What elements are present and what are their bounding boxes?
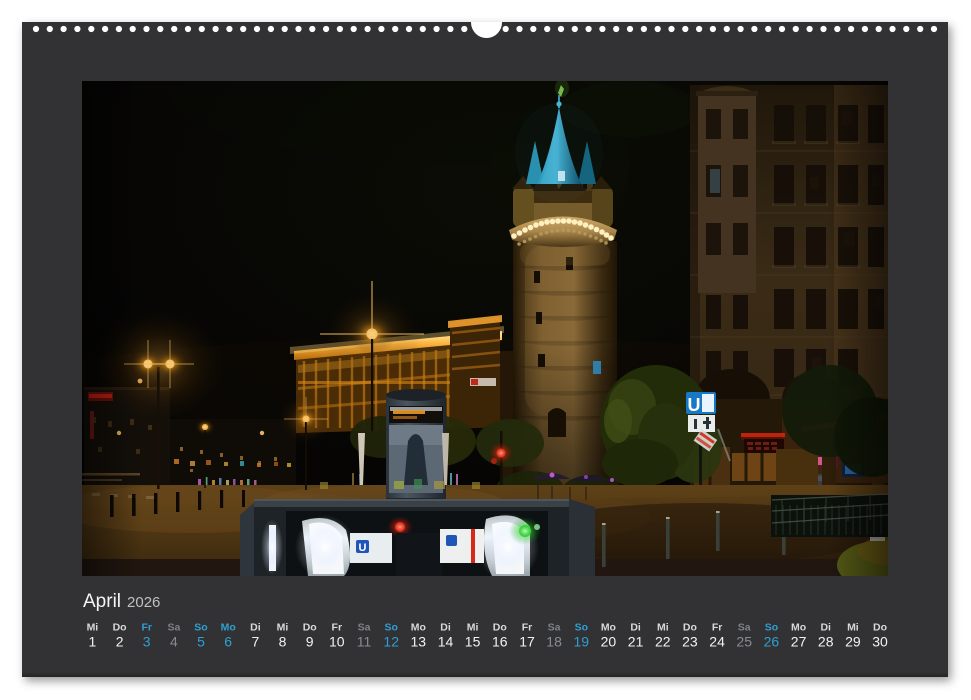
svg-text:26: 26 [764,634,780,650]
svg-text:Mi: Mi [87,622,99,634]
svg-text:Fr: Fr [522,622,533,634]
svg-text:17: 17 [519,634,535,650]
svg-text:1: 1 [89,634,97,650]
svg-text:21: 21 [628,634,644,650]
svg-text:Mo: Mo [791,622,806,634]
svg-text:Do: Do [303,622,317,634]
svg-text:29: 29 [845,634,861,650]
svg-text:So: So [765,622,778,634]
svg-text:Sa: Sa [738,622,751,634]
svg-text:30: 30 [872,634,888,650]
svg-text:23: 23 [682,634,698,650]
svg-text:22: 22 [655,634,671,650]
svg-text:27: 27 [791,634,807,650]
svg-text:28: 28 [818,634,834,650]
svg-text:8: 8 [279,634,287,650]
svg-text:Sa: Sa [358,622,371,634]
svg-text:19: 19 [574,634,590,650]
svg-text:24: 24 [709,634,725,650]
svg-text:Do: Do [493,622,507,634]
svg-text:13: 13 [411,634,427,650]
svg-text:Mi: Mi [277,622,289,634]
svg-text:Di: Di [440,622,451,634]
svg-text:10: 10 [329,634,345,650]
svg-text:Sa: Sa [548,622,561,634]
svg-text:Di: Di [820,622,831,634]
svg-text:So: So [384,622,397,634]
svg-text:Di: Di [630,622,641,634]
svg-text:5: 5 [197,634,205,650]
svg-text:Mo: Mo [221,622,236,634]
svg-text:7: 7 [252,634,260,650]
svg-text:3: 3 [143,634,151,650]
svg-text:14: 14 [438,634,454,650]
svg-text:12: 12 [383,634,399,650]
svg-text:25: 25 [736,634,752,650]
svg-text:So: So [194,622,207,634]
svg-text:4: 4 [170,634,178,650]
svg-text:Mi: Mi [467,622,479,634]
svg-text:Fr: Fr [332,622,343,634]
svg-text:Sa: Sa [167,622,180,634]
svg-text:16: 16 [492,634,508,650]
svg-text:Di: Di [250,622,261,634]
svg-text:Do: Do [683,622,697,634]
svg-text:Fr: Fr [141,622,152,634]
svg-text:So: So [575,622,588,634]
svg-text:Mo: Mo [411,622,426,634]
svg-text:Fr: Fr [712,622,723,634]
svg-text:18: 18 [546,634,562,650]
svg-text:Mi: Mi [847,622,859,634]
svg-text:9: 9 [306,634,314,650]
svg-text:11: 11 [357,634,372,650]
svg-text:Do: Do [873,622,887,634]
svg-text:15: 15 [465,634,481,650]
svg-text:Do: Do [113,622,127,634]
svg-text:6: 6 [224,634,232,650]
svg-text:2: 2 [116,634,124,650]
svg-text:Mo: Mo [601,622,616,634]
svg-text:20: 20 [601,634,617,650]
svg-text:Mi: Mi [657,622,669,634]
